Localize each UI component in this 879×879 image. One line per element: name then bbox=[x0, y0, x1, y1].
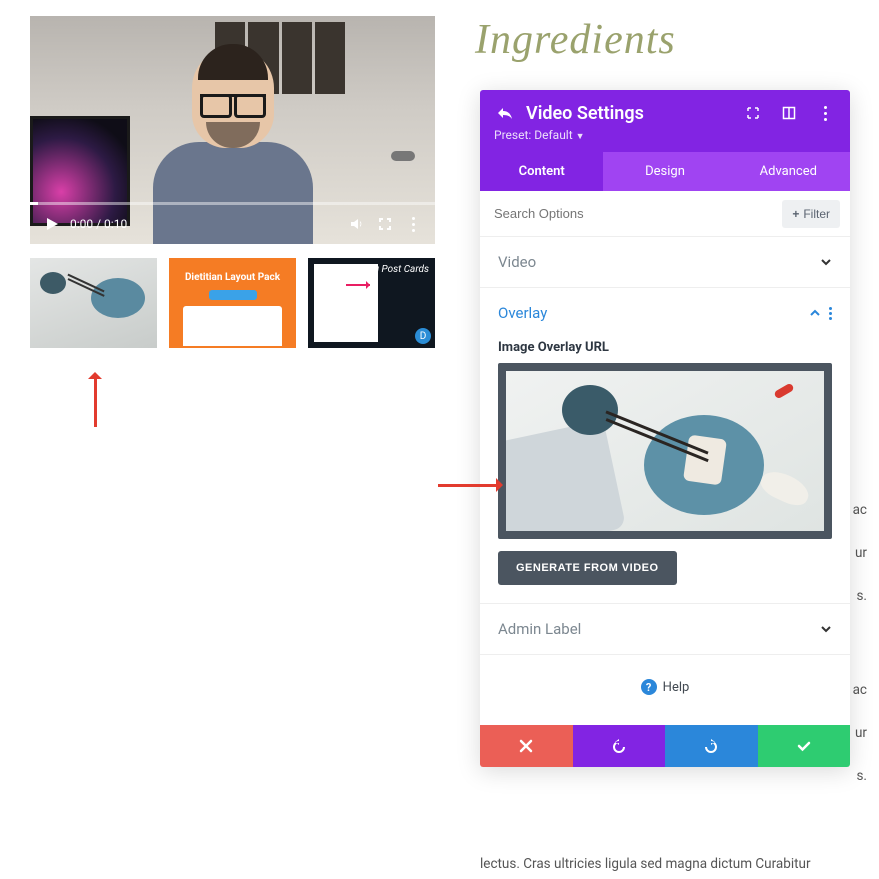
section-video[interactable]: Video bbox=[480, 237, 850, 287]
undo-button[interactable] bbox=[573, 725, 666, 767]
annotation-arrow-up bbox=[88, 365, 102, 427]
preset-selector[interactable]: Preset: Default ▼ bbox=[494, 128, 836, 142]
action-bar bbox=[480, 725, 850, 767]
back-button[interactable] bbox=[494, 102, 516, 124]
thumbnail-3-title: Floating Blog Post Cards bbox=[322, 264, 429, 275]
redo-button[interactable] bbox=[665, 725, 758, 767]
tab-content[interactable]: Content bbox=[480, 152, 603, 191]
section-admin-label-title: Admin Label bbox=[498, 620, 820, 638]
search-input[interactable] bbox=[490, 199, 774, 228]
thumbnail-2[interactable]: Dietitian Layout Pack bbox=[169, 258, 296, 348]
chevron-down-icon bbox=[820, 256, 832, 268]
column-icon[interactable] bbox=[778, 102, 800, 124]
section-menu-icon[interactable] bbox=[829, 312, 832, 315]
tab-design[interactable]: Design bbox=[603, 152, 726, 191]
image-overlay-preview[interactable] bbox=[498, 363, 832, 539]
panel-menu-button[interactable] bbox=[814, 102, 836, 124]
section-video-title: Video bbox=[498, 253, 820, 271]
cancel-button[interactable] bbox=[480, 725, 573, 767]
chevron-down-icon bbox=[820, 623, 832, 635]
search-row: +Filter bbox=[480, 191, 850, 237]
ingredients-heading: Ingredients bbox=[475, 16, 869, 64]
help-link[interactable]: ? Help bbox=[480, 655, 850, 725]
thumbnail-3-badge: D bbox=[415, 328, 431, 344]
video-settings-panel: Video Settings Preset: Default ▼ Content… bbox=[480, 90, 850, 767]
play-button[interactable] bbox=[38, 210, 66, 238]
panel-header: Video Settings Preset: Default ▼ bbox=[480, 90, 850, 152]
door-handle bbox=[391, 151, 415, 161]
video-controls: 0:00 / 0:10 bbox=[30, 204, 435, 244]
tab-advanced[interactable]: Advanced bbox=[727, 152, 850, 191]
save-button[interactable] bbox=[758, 725, 851, 767]
generate-from-video-button[interactable]: GENERATE FROM VIDEO bbox=[498, 551, 677, 585]
help-icon: ? bbox=[641, 679, 657, 695]
image-overlay-label: Image Overlay URL bbox=[498, 340, 832, 355]
annotation-arrow-right bbox=[438, 478, 510, 492]
thumbnail-3[interactable]: Floating Blog Post Cards D bbox=[308, 258, 435, 348]
video-thumbnails: Dietitian Layout Pack Floating Blog Post… bbox=[30, 258, 435, 348]
expand-icon[interactable] bbox=[742, 102, 764, 124]
fullscreen-button[interactable] bbox=[371, 210, 399, 238]
volume-button[interactable] bbox=[343, 210, 371, 238]
section-overlay[interactable]: Overlay bbox=[480, 288, 850, 338]
video-player[interactable]: 0:00 / 0:10 bbox=[30, 16, 435, 244]
time-display: 0:00 / 0:10 bbox=[70, 217, 127, 231]
section-overlay-title: Overlay bbox=[498, 304, 809, 322]
chevron-up-icon bbox=[809, 307, 821, 319]
background-text: lectus. Cras ultricies ligula sed magna … bbox=[480, 854, 867, 876]
progress-bar[interactable] bbox=[30, 202, 435, 205]
panel-title: Video Settings bbox=[526, 103, 732, 124]
overlay-body: Image Overlay URL GENERATE FROM VIDEO bbox=[480, 338, 850, 603]
panel-tabs: Content Design Advanced bbox=[480, 152, 850, 191]
thumbnail-2-title: Dietitian Layout Pack bbox=[169, 272, 296, 283]
filter-button[interactable]: +Filter bbox=[782, 200, 840, 228]
thumbnail-1[interactable] bbox=[30, 258, 157, 348]
more-button[interactable] bbox=[399, 210, 427, 238]
section-admin-label[interactable]: Admin Label bbox=[480, 604, 850, 654]
